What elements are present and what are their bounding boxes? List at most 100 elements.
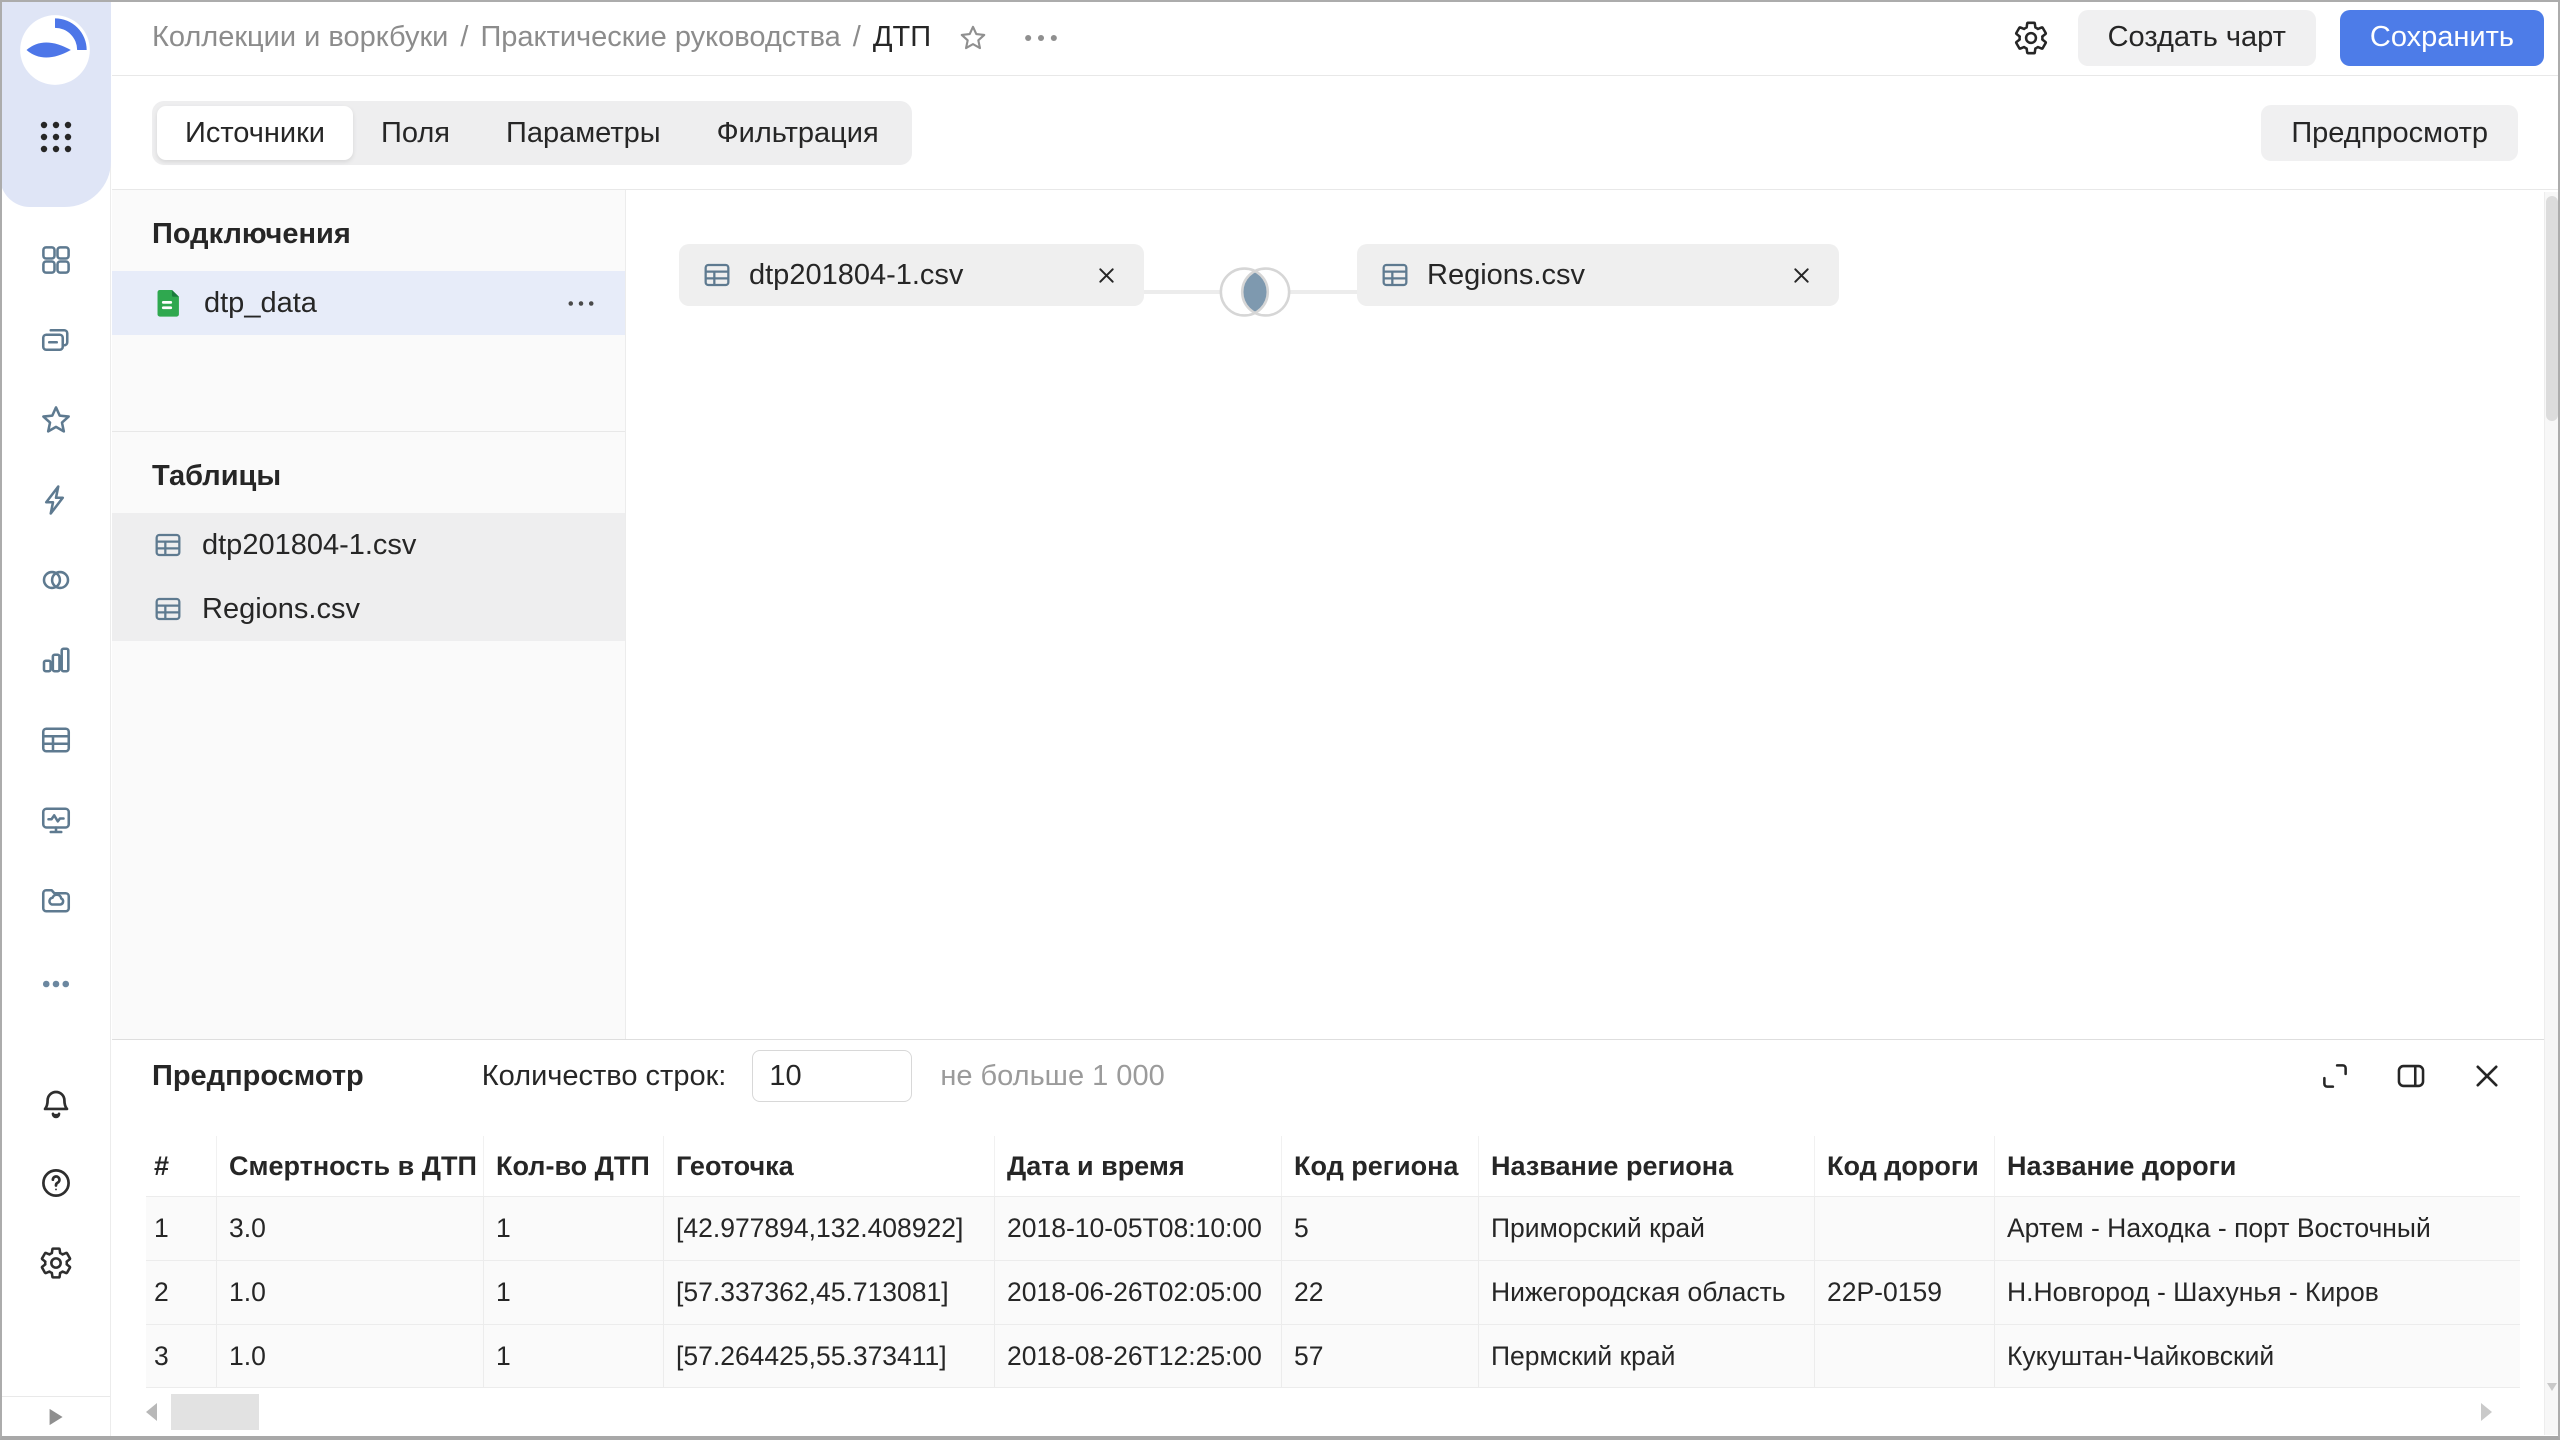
workbooks-icon[interactable] <box>38 322 74 358</box>
dataset-settings-gear-icon[interactable] <box>2008 15 2054 61</box>
breadcrumb-more-icon[interactable] <box>1023 31 1059 45</box>
column-header: Название дороги <box>1994 1136 2520 1196</box>
tab-fields[interactable]: Поля <box>353 106 478 160</box>
cell: 2018-06-26T02:05:00 <box>994 1261 1281 1324</box>
scroll-right-arrow[interactable] <box>2481 1403 2492 1421</box>
favorites-star-icon[interactable] <box>38 402 74 438</box>
preview-table-header: # Смертность в ДТП Кол-во ДТП Геоточка Д… <box>146 1136 2520 1196</box>
remove-node-icon[interactable] <box>1091 260 1122 291</box>
connections-lightning-icon[interactable] <box>38 482 74 518</box>
settings-gear-icon[interactable] <box>38 1245 74 1281</box>
scrollbar-thumb[interactable] <box>2546 196 2558 421</box>
table-icon <box>701 259 733 291</box>
save-button[interactable]: Сохранить <box>2340 10 2544 66</box>
topbar-actions: Создать чарт Сохранить <box>2008 10 2544 66</box>
breadcrumb-collections[interactable]: Коллекции и воркбуки <box>152 21 448 54</box>
more-ellipsis-icon[interactable] <box>38 966 74 1002</box>
notifications-bell-icon[interactable] <box>38 1086 74 1122</box>
column-header: Дата и время <box>994 1136 1281 1196</box>
node-label: dtp201804-1.csv <box>749 259 963 292</box>
all-services-grid-icon[interactable] <box>36 116 76 158</box>
connection-name: dtp_data <box>204 287 317 320</box>
favorite-star-icon[interactable] <box>957 22 989 54</box>
preview-title: Предпросмотр <box>152 1060 364 1093</box>
dashboards-monitor-icon[interactable] <box>38 802 74 838</box>
connection-item-dtp-data[interactable]: dtp_data <box>112 271 625 335</box>
scroll-down-arrow[interactable] <box>2547 1383 2557 1391</box>
help-question-icon[interactable] <box>38 1165 74 1201</box>
toggle-preview-button[interactable]: Предпросмотр <box>2261 105 2518 161</box>
canvas-node-dtp201804[interactable]: dtp201804-1.csv <box>679 244 1144 306</box>
tables-icon[interactable] <box>38 722 74 758</box>
dock-right-panel-icon[interactable] <box>2390 1055 2432 1097</box>
row-count-hint: не больше 1 000 <box>940 1060 1164 1093</box>
canvas-node-regions[interactable]: Regions.csv <box>1357 244 1839 306</box>
expand-rail-play-icon[interactable] <box>42 1404 68 1430</box>
column-header: Смертность в ДТП <box>216 1136 483 1196</box>
cell: [57.264425,55.373411] <box>663 1325 994 1387</box>
tab-parameters[interactable]: Параметры <box>478 106 689 160</box>
preview-header: Предпросмотр Количество строк: не больше… <box>112 1040 2560 1112</box>
table-icon <box>152 529 184 561</box>
tab-filtering[interactable]: Фильтрация <box>689 106 907 160</box>
cell: 1 <box>483 1325 663 1387</box>
preview-horizontal-scrollbar <box>146 1390 2520 1434</box>
cell <box>1814 1325 1994 1387</box>
charts-bars-icon[interactable] <box>38 642 74 678</box>
cell: 3.0 <box>216 1197 483 1260</box>
cell: 1 <box>483 1261 663 1324</box>
datalens-logo[interactable] <box>17 12 93 88</box>
create-chart-button[interactable]: Создать чарт <box>2078 10 2316 66</box>
row-count-input[interactable] <box>752 1050 912 1102</box>
join-type-inner-icon[interactable] <box>1213 260 1297 324</box>
storage-folder-icon[interactable] <box>38 882 74 918</box>
cell: Кукуштан-Чайковский <box>1994 1325 2520 1387</box>
column-header: Геоточка <box>663 1136 994 1196</box>
cell: 2018-08-26T12:25:00 <box>994 1325 1281 1387</box>
page-vertical-scrollbar[interactable] <box>2544 192 2558 1435</box>
expand-preview-icon[interactable] <box>2314 1055 2356 1097</box>
dataset-tabs: Источники Поля Параметры Фильтрация <box>152 101 912 165</box>
connection-menu-icon[interactable] <box>567 298 595 309</box>
cell: 5 <box>1281 1197 1478 1260</box>
table-item-regions[interactable]: Regions.csv <box>112 577 625 641</box>
scrollbar-thumb[interactable] <box>171 1394 259 1430</box>
cell: 3 <box>146 1325 216 1387</box>
close-preview-icon[interactable] <box>2466 1055 2508 1097</box>
table-row: 2 1.0 1 [57.337362,45.713081] 2018-06-26… <box>146 1260 2520 1324</box>
node-label: Regions.csv <box>1427 259 1585 292</box>
cell: Артем - Находка - порт Восточный <box>1994 1197 2520 1260</box>
collections-icon[interactable] <box>38 242 74 278</box>
breadcrumb-guides[interactable]: Практические руководства <box>480 21 840 54</box>
table-item-dtp201804[interactable]: dtp201804-1.csv <box>112 513 625 577</box>
column-header: Код дороги <box>1814 1136 1994 1196</box>
cell: [42.977894,132.408922] <box>663 1197 994 1260</box>
table-name: Regions.csv <box>202 593 360 626</box>
table-row: 1 3.0 1 [42.977894,132.408922] 2018-10-0… <box>146 1196 2520 1260</box>
breadcrumb: Коллекции и воркбуки / Практические руко… <box>152 21 1059 54</box>
breadcrumb-separator: / <box>853 21 861 54</box>
tab-sources[interactable]: Источники <box>157 106 353 160</box>
cell: 22 <box>1281 1261 1478 1324</box>
table-name: dtp201804-1.csv <box>202 529 416 562</box>
cell: 57 <box>1281 1325 1478 1387</box>
join-canvas: dtp201804-1.csv Regions.csv <box>627 190 2560 1039</box>
cell: 1 <box>146 1197 216 1260</box>
scroll-left-arrow[interactable] <box>146 1403 157 1421</box>
table-icon <box>152 593 184 625</box>
cell: 1 <box>483 1197 663 1260</box>
preview-tools <box>2314 1055 2508 1097</box>
preview-panel: Предпросмотр Количество строк: не больше… <box>112 1039 2560 1440</box>
preview-table: # Смертность в ДТП Кол-во ДТП Геоточка Д… <box>146 1136 2520 1388</box>
cell: 22Р-0159 <box>1814 1261 1994 1324</box>
top-bar: Коллекции и воркбуки / Практические руко… <box>112 0 2560 76</box>
remove-node-icon[interactable] <box>1786 260 1817 291</box>
datasets-venn-icon[interactable] <box>38 562 74 598</box>
rail-footer <box>0 1396 110 1436</box>
column-header: Код региона <box>1281 1136 1478 1196</box>
cell: [57.337362,45.713081] <box>663 1261 994 1324</box>
column-header: # <box>146 1136 216 1196</box>
cell: Пермский край <box>1478 1325 1814 1387</box>
sources-panel: Подключения dtp_data Таблицы dtp201 <box>112 190 626 1039</box>
column-header: Название региона <box>1478 1136 1814 1196</box>
